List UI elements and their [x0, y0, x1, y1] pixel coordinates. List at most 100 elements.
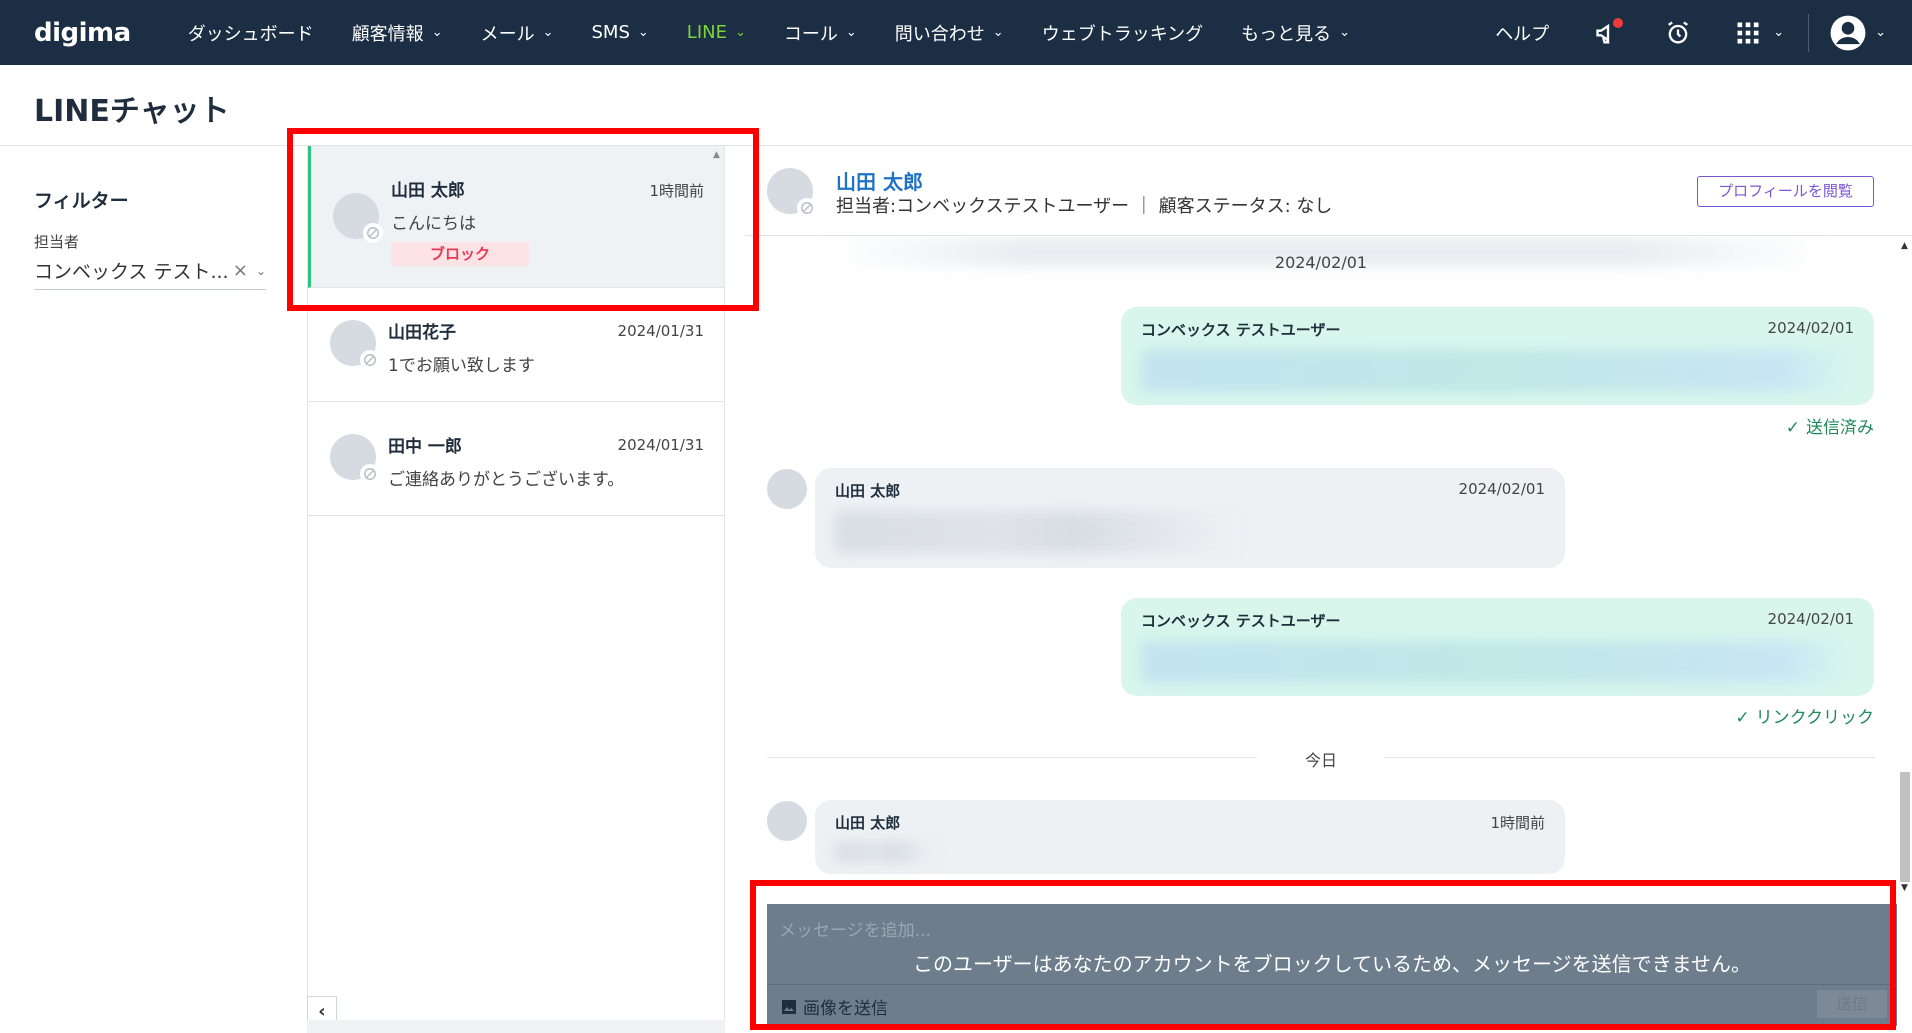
chevron-left-icon: ‹ [318, 1000, 326, 1022]
nav-inquiry[interactable]: 問い合わせ ⌄ [876, 0, 1023, 65]
chat-contact-meta: 担当者:コンベックステストユーザー ｜ 顧客ステータス: なし [836, 196, 1333, 217]
digima-logo[interactable]: digima [34, 18, 131, 48]
chevron-down-icon[interactable]: ⌄ [1773, 25, 1784, 40]
send-image-label: 画像を送信 [803, 999, 888, 1019]
chat-header: 山田 太郎 担当者:コンベックステストユーザー ｜ 顧客ステータス: なし プロ… [745, 146, 1912, 236]
top-navbar: digima ダッシュボード 顧客情報 ⌄ メール ⌄ SMS ⌄ LINE ⌄ コール… [0, 0, 1912, 65]
blocked-tag: ブロック [391, 242, 529, 266]
message-status: ✓ リンククリック [1735, 703, 1874, 728]
user-avatar-icon [1830, 15, 1866, 50]
message-sender: コンベックス テストユーザー [1141, 321, 1341, 339]
send-image-button[interactable]: 画像を送信 [781, 994, 888, 1019]
notification-dot [1613, 17, 1624, 28]
nav-label: ダッシュボード [187, 23, 314, 45]
nav-label: コール [783, 23, 838, 45]
alarm-clock-icon[interactable] [1663, 18, 1693, 48]
page-title: LINEチャット [34, 94, 230, 129]
send-button[interactable]: 送信 [1817, 990, 1887, 1018]
nav-sms[interactable]: SMS ⌄ [573, 0, 668, 65]
scroll-down-icon[interactable]: ▼ [1901, 883, 1908, 893]
nav-more[interactable]: もっと見る ⌄ [1222, 0, 1369, 65]
nav-right-tools: ヘルプ ⌄ ⌄ [1495, 0, 1912, 65]
assignee-select[interactable]: コンベックス テスト... × ⌄ [34, 252, 266, 290]
offline-icon [360, 464, 380, 484]
message-sender: コンベックス テストユーザー [1141, 612, 1341, 630]
nav-label: LINE [686, 22, 727, 43]
message-compose-area: メッセージを追加... このユーザーはあなたのアカウントをブロックしているため、… [767, 904, 1897, 1026]
nav-divider [1808, 13, 1810, 52]
horizontal-scrollbar[interactable] [307, 1020, 725, 1033]
nav-dashboard[interactable]: ダッシュボード [169, 0, 333, 65]
message-bubble-incoming: 山田 太郎 2024/02/01 [815, 468, 1565, 568]
nav-call[interactable]: コール ⌄ [765, 0, 876, 65]
nav-customers[interactable]: 顧客情報 ⌄ [333, 0, 462, 65]
date-separator-today: 今日 [767, 747, 1875, 771]
nav-line[interactable]: LINE ⌄ [668, 0, 765, 65]
message-time: 2024/02/01 [1767, 610, 1854, 628]
view-profile-button[interactable]: プロフィールを閲覧 [1697, 176, 1874, 207]
filter-title: フィルター [34, 190, 129, 212]
help-link[interactable]: ヘルプ [1495, 20, 1549, 46]
conversation-item-selected[interactable]: 山田 太郎 1時間前 こんにちは ブロック [308, 146, 724, 288]
chevron-down-icon: ⌄ [431, 25, 443, 40]
nav-mail[interactable]: メール ⌄ [462, 0, 573, 65]
check-icon: ✓ [1785, 418, 1800, 438]
offline-icon [797, 198, 817, 218]
conversation-time: 1時間前 [649, 182, 704, 200]
nav-label: もっと見る [1241, 23, 1332, 45]
conversation-item[interactable]: 山田花子 2024/01/31 1でお願い致します [308, 288, 724, 402]
conversation-time: 2024/01/31 [617, 436, 704, 454]
chat-contact-name[interactable]: 山田 太郎 [836, 166, 923, 195]
assignee-value: コンベックス テスト... [34, 261, 229, 283]
blurred-message-content [835, 841, 935, 863]
conversation-item[interactable]: 田中 一郎 2024/01/31 ご連絡ありがとうございます。 [308, 402, 724, 516]
announcement-icon[interactable] [1593, 17, 1624, 48]
message-time: 2024/02/01 [1767, 319, 1854, 337]
message-bubble-outgoing: コンベックス テストユーザー 2024/02/01 [1121, 598, 1874, 696]
scroll-up-icon[interactable]: ▲ [1901, 241, 1908, 251]
conversation-preview: ご連絡ありがとうございます。 [388, 470, 625, 490]
scroll-up-icon[interactable]: ▲ [713, 150, 720, 160]
message-bubble-incoming: 山田 太郎 1時間前 [815, 800, 1565, 874]
blurred-message-content [1141, 350, 1854, 392]
chevron-down-icon: ⌄ [734, 25, 746, 40]
nav-label: SMS [591, 22, 630, 43]
avatar [333, 193, 383, 243]
nav-label: ウェブトラッキング [1041, 23, 1204, 45]
chevron-down-icon: ⌄ [1875, 25, 1886, 40]
message-input-placeholder[interactable]: メッセージを追加... [779, 916, 931, 941]
nav-label: メール [480, 23, 535, 45]
chevron-down-icon: ⌄ [845, 25, 857, 40]
avatar [767, 469, 807, 509]
scrollbar-thumb[interactable] [1900, 772, 1910, 882]
message-time: 2024/02/01 [1458, 480, 1545, 498]
assignee-label: 担当者 [34, 233, 80, 251]
conversation-preview: こんにちは [391, 214, 476, 234]
message-time: 1時間前 [1490, 814, 1545, 832]
blurred-message-content [1141, 641, 1854, 683]
avatar [767, 801, 807, 841]
status-label: リンククリック [1755, 708, 1874, 728]
nav-web-tracking[interactable]: ウェブトラッキング [1023, 0, 1222, 65]
thread-scrollbar[interactable]: ▲ ▼ [1898, 237, 1912, 897]
chevron-down-icon: ⌄ [637, 25, 649, 40]
compose-divider [767, 984, 1897, 985]
list-scrollbar[interactable]: ▲ ▼ [710, 146, 724, 1033]
avatar [330, 320, 380, 370]
conversation-preview: 1でお願い致します [388, 356, 535, 376]
chevron-down-icon: ⌄ [1339, 25, 1351, 40]
message-sender: 山田 太郎 [835, 814, 901, 832]
clear-icon[interactable]: × [233, 260, 248, 281]
app-grid-icon[interactable] [1733, 18, 1763, 48]
message-thread: 2024/02/01 コンベックス テストユーザー 2024/02/01 ✓ 送信… [745, 237, 1912, 897]
conversation-list: 山田 太郎 1時間前 こんにちは ブロック 山田花子 2024/01/31 1で… [307, 146, 725, 1033]
nav-label: 顧客情報 [351, 23, 424, 45]
user-menu[interactable]: ⌄ [1829, 14, 1886, 52]
main-nav: ダッシュボード 顧客情報 ⌄ メール ⌄ SMS ⌄ LINE ⌄ コール ⌄ 問い合わせ… [169, 0, 1369, 65]
chevron-down-icon[interactable]: ⌄ [256, 264, 266, 278]
chevron-down-icon: ⌄ [992, 25, 1004, 40]
offline-icon [363, 223, 383, 243]
image-icon [782, 999, 796, 1014]
blocked-notice: このユーザーはあなたのアカウントをブロックしているため、メッセージを送信できませ… [913, 952, 1751, 976]
chevron-down-icon: ⌄ [542, 25, 554, 40]
